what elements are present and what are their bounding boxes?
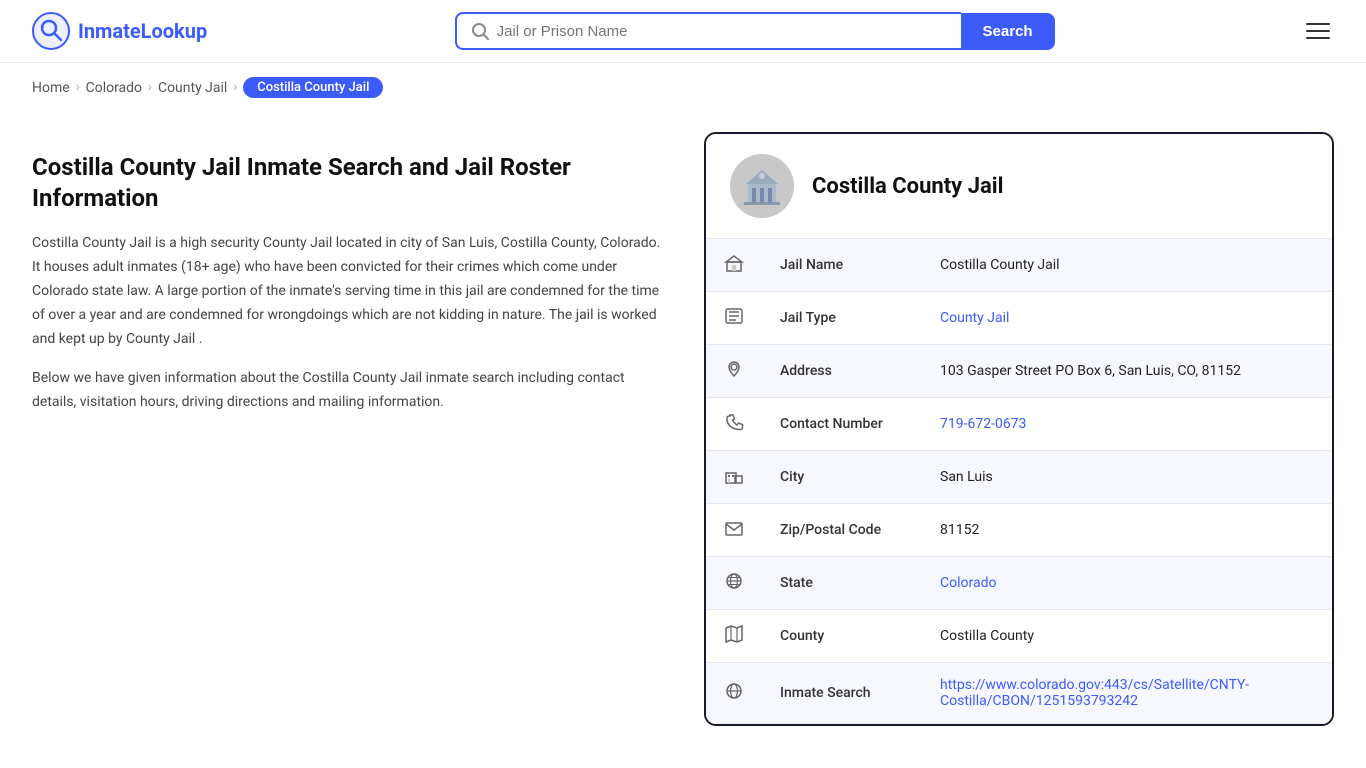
table-row: Jail Type County Jail: [706, 292, 1332, 345]
page-desc-2: Below we have given information about th…: [32, 367, 672, 415]
breadcrumb-sep-1: ›: [76, 80, 80, 95]
info-label: County: [762, 610, 922, 663]
jail-card-header: Costilla County Jail: [706, 134, 1332, 239]
info-label: City: [762, 451, 922, 504]
menu-button[interactable]: [1302, 19, 1334, 43]
table-row: Inmate Search https://www.colorado.gov:4…: [706, 663, 1332, 724]
info-label: Jail Name: [762, 239, 922, 292]
info-link[interactable]: County Jail: [940, 310, 1009, 326]
right-column: Costilla County Jail Jail Name Costilla …: [704, 132, 1334, 726]
jail-building-icon: [740, 164, 784, 208]
icon-cell: [706, 345, 762, 398]
icon-cell: [706, 451, 762, 504]
info-value-text: Costilla County Jail: [940, 257, 1060, 273]
info-value: San Luis: [922, 451, 1332, 504]
table-row: City San Luis: [706, 451, 1332, 504]
search-icon: [471, 22, 489, 40]
search-input[interactable]: [497, 23, 947, 40]
left-column: Costilla County Jail Inmate Search and J…: [32, 132, 672, 726]
info-value[interactable]: County Jail: [922, 292, 1332, 345]
breadcrumb-home[interactable]: Home: [32, 80, 70, 96]
info-value: 81152: [922, 504, 1332, 557]
logo-icon: [32, 12, 70, 50]
info-link[interactable]: 719-672-0673: [940, 416, 1026, 432]
icon-cell: [706, 398, 762, 451]
table-row: Address 103 Gasper Street PO Box 6, San …: [706, 345, 1332, 398]
icon-cell: [706, 504, 762, 557]
table-row: Contact Number 719-672-0673: [706, 398, 1332, 451]
search-area: Search: [455, 12, 1055, 50]
info-value-text: 81152: [940, 522, 979, 538]
info-value[interactable]: https://www.colorado.gov:443/cs/Satellit…: [922, 663, 1332, 724]
info-link[interactable]: Colorado: [940, 575, 996, 591]
info-value: 103 Gasper Street PO Box 6, San Luis, CO…: [922, 345, 1332, 398]
logo-text: InmateLookup: [78, 19, 207, 43]
info-label: State: [762, 557, 922, 610]
icon-cell: [706, 610, 762, 663]
info-value: Costilla County: [922, 610, 1332, 663]
info-label: Address: [762, 345, 922, 398]
info-value: Costilla County Jail: [922, 239, 1332, 292]
icon-cell: [706, 292, 762, 345]
logo[interactable]: InmateLookup: [32, 12, 207, 50]
icon-cell: [706, 663, 762, 724]
breadcrumb-state[interactable]: Colorado: [86, 80, 142, 96]
search-input-wrap: [455, 12, 961, 50]
icon-cell: [706, 557, 762, 610]
info-table: Jail Name Costilla County Jail Jail Type…: [706, 239, 1332, 724]
table-row: Zip/Postal Code 81152: [706, 504, 1332, 557]
breadcrumb-current: Costilla County Jail: [243, 77, 383, 98]
info-label: Zip/Postal Code: [762, 504, 922, 557]
info-label: Contact Number: [762, 398, 922, 451]
table-row: County Costilla County: [706, 610, 1332, 663]
info-label: Inmate Search: [762, 663, 922, 724]
breadcrumb-type[interactable]: County Jail: [158, 80, 227, 96]
jail-card: Costilla County Jail Jail Name Costilla …: [704, 132, 1334, 726]
info-value[interactable]: Colorado: [922, 557, 1332, 610]
info-value-text: 103 Gasper Street PO Box 6, San Luis, CO…: [940, 363, 1241, 379]
info-value[interactable]: 719-672-0673: [922, 398, 1332, 451]
jail-avatar: [730, 154, 794, 218]
icon-cell: [706, 239, 762, 292]
breadcrumb-sep-2: ›: [148, 80, 152, 95]
header: InmateLookup Search: [0, 0, 1366, 63]
jail-card-title: Costilla County Jail: [812, 174, 1003, 199]
info-label: Jail Type: [762, 292, 922, 345]
breadcrumb: Home › Colorado › County Jail › Costilla…: [0, 63, 1366, 112]
breadcrumb-sep-3: ›: [233, 80, 237, 95]
info-value-text: Costilla County: [940, 628, 1034, 644]
table-row: State Colorado: [706, 557, 1332, 610]
page-desc-1: Costilla County Jail is a high security …: [32, 232, 672, 351]
page-title: Costilla County Jail Inmate Search and J…: [32, 152, 672, 214]
table-row: Jail Name Costilla County Jail: [706, 239, 1332, 292]
search-button[interactable]: Search: [961, 13, 1055, 50]
main-content: Costilla County Jail Inmate Search and J…: [0, 112, 1366, 766]
info-value-text: San Luis: [940, 469, 993, 485]
info-link[interactable]: https://www.colorado.gov:443/cs/Satellit…: [940, 677, 1249, 709]
